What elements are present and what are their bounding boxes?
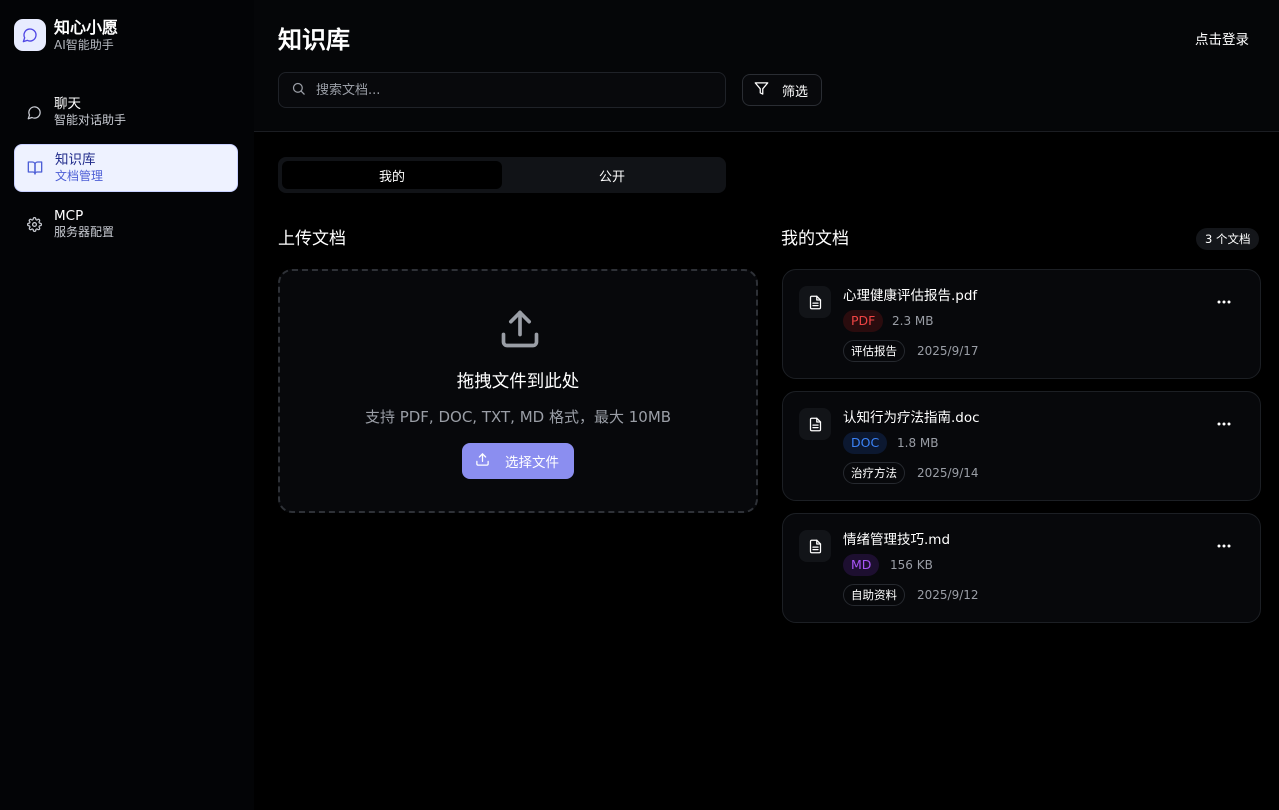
document-size: 156 KB [890,558,933,572]
file-text-icon [799,530,831,562]
upload-icon [498,307,542,355]
document-type-badge: PDF [843,310,884,332]
book-open-icon [27,160,43,176]
choose-file-label: 选择文件 [505,455,559,471]
more-options-icon[interactable] [1214,414,1234,434]
document-name: 认知行为疗法指南.doc [843,410,980,426]
more-options-icon[interactable] [1214,536,1234,556]
document-size: 2.3 MB [892,314,934,328]
dropzone-title: 拖拽文件到此处 [456,372,580,392]
tab-public[interactable]: 公开 [502,161,722,189]
document-card[interactable]: 情绪管理技巧.md MD 156 KB 自助资料 2025/9/12 [782,513,1261,623]
page-title: 知识库 [278,26,350,54]
choose-file-button[interactable]: 选择文件 [462,443,574,479]
document-tag: 评估报告 [843,340,905,362]
document-tag: 自助资料 [843,584,905,606]
file-text-icon [799,408,831,440]
sidebar-item-mcp[interactable]: MCP 服务器配置 [14,200,238,248]
document-size: 1.8 MB [897,436,939,450]
document-tag: 治疗方法 [843,462,905,484]
document-date: 2025/9/14 [917,466,979,480]
documents-section-title: 我的文档 [781,229,849,249]
search-input[interactable] [316,82,696,98]
file-text-icon [799,286,831,318]
sidebar-item-chat[interactable]: 聊天 智能对话助手 [14,88,238,136]
chat-bubble-icon [26,104,42,120]
sidebar: 知心小愿 AI智能助手 聊天 智能对话助手 知识库 文档管理 MCP 服务器配置 [0,0,254,810]
sidebar-item-sublabel: 服务器配置 [54,225,115,239]
more-options-icon[interactable] [1214,292,1234,312]
sidebar-item-sublabel: 智能对话助手 [54,113,127,127]
sidebar-item-label: 知识库 [55,152,96,168]
tab-group: 我的 公开 [278,157,726,193]
document-date: 2025/9/17 [917,344,979,358]
upload-dropzone[interactable]: 拖拽文件到此处 支持 PDF, DOC, TXT, MD 格式，最大 10MB … [278,269,758,513]
login-link[interactable]: 点击登录 [1195,31,1249,49]
document-date: 2025/9/12 [917,588,979,602]
sidebar-item-label: MCP [54,208,84,224]
document-count-badge: 3 个文档 [1196,228,1260,250]
chat-bubble-icon [14,19,46,51]
filter-icon [754,81,769,100]
search-box[interactable] [278,72,726,108]
filter-button[interactable]: 筛选 [742,74,822,106]
document-name: 情绪管理技巧.md [843,532,951,548]
brand[interactable]: 知心小愿 AI智能助手 [14,18,118,52]
sidebar-nav: 聊天 智能对话助手 知识库 文档管理 MCP 服务器配置 [14,88,238,256]
filter-label: 筛选 [782,84,809,100]
upload-section-title: 上传文档 [278,229,346,249]
header: 知识库 点击登录 筛选 [254,0,1279,132]
sidebar-item-sublabel: 文档管理 [55,169,104,183]
brand-name: 知心小愿 [54,18,119,37]
tab-mine[interactable]: 我的 [282,161,502,189]
dropzone-description: 支持 PDF, DOC, TXT, MD 格式，最大 10MB [364,408,672,426]
sidebar-item-label: 聊天 [54,96,81,112]
document-name: 心理健康评估报告.pdf [843,288,978,304]
document-card[interactable]: 心理健康评估报告.pdf PDF 2.3 MB 评估报告 2025/9/17 [782,269,1261,379]
document-card[interactable]: 认知行为疗法指南.doc DOC 1.8 MB 治疗方法 2025/9/14 [782,391,1261,501]
document-type-badge: MD [843,554,880,576]
brand-subtitle: AI智能助手 [54,38,114,52]
document-type-badge: DOC [843,432,888,454]
sidebar-item-knowledge-base[interactable]: 知识库 文档管理 [14,144,238,192]
upload-icon [475,452,490,471]
gear-icon [26,216,42,232]
search-icon [291,81,306,100]
